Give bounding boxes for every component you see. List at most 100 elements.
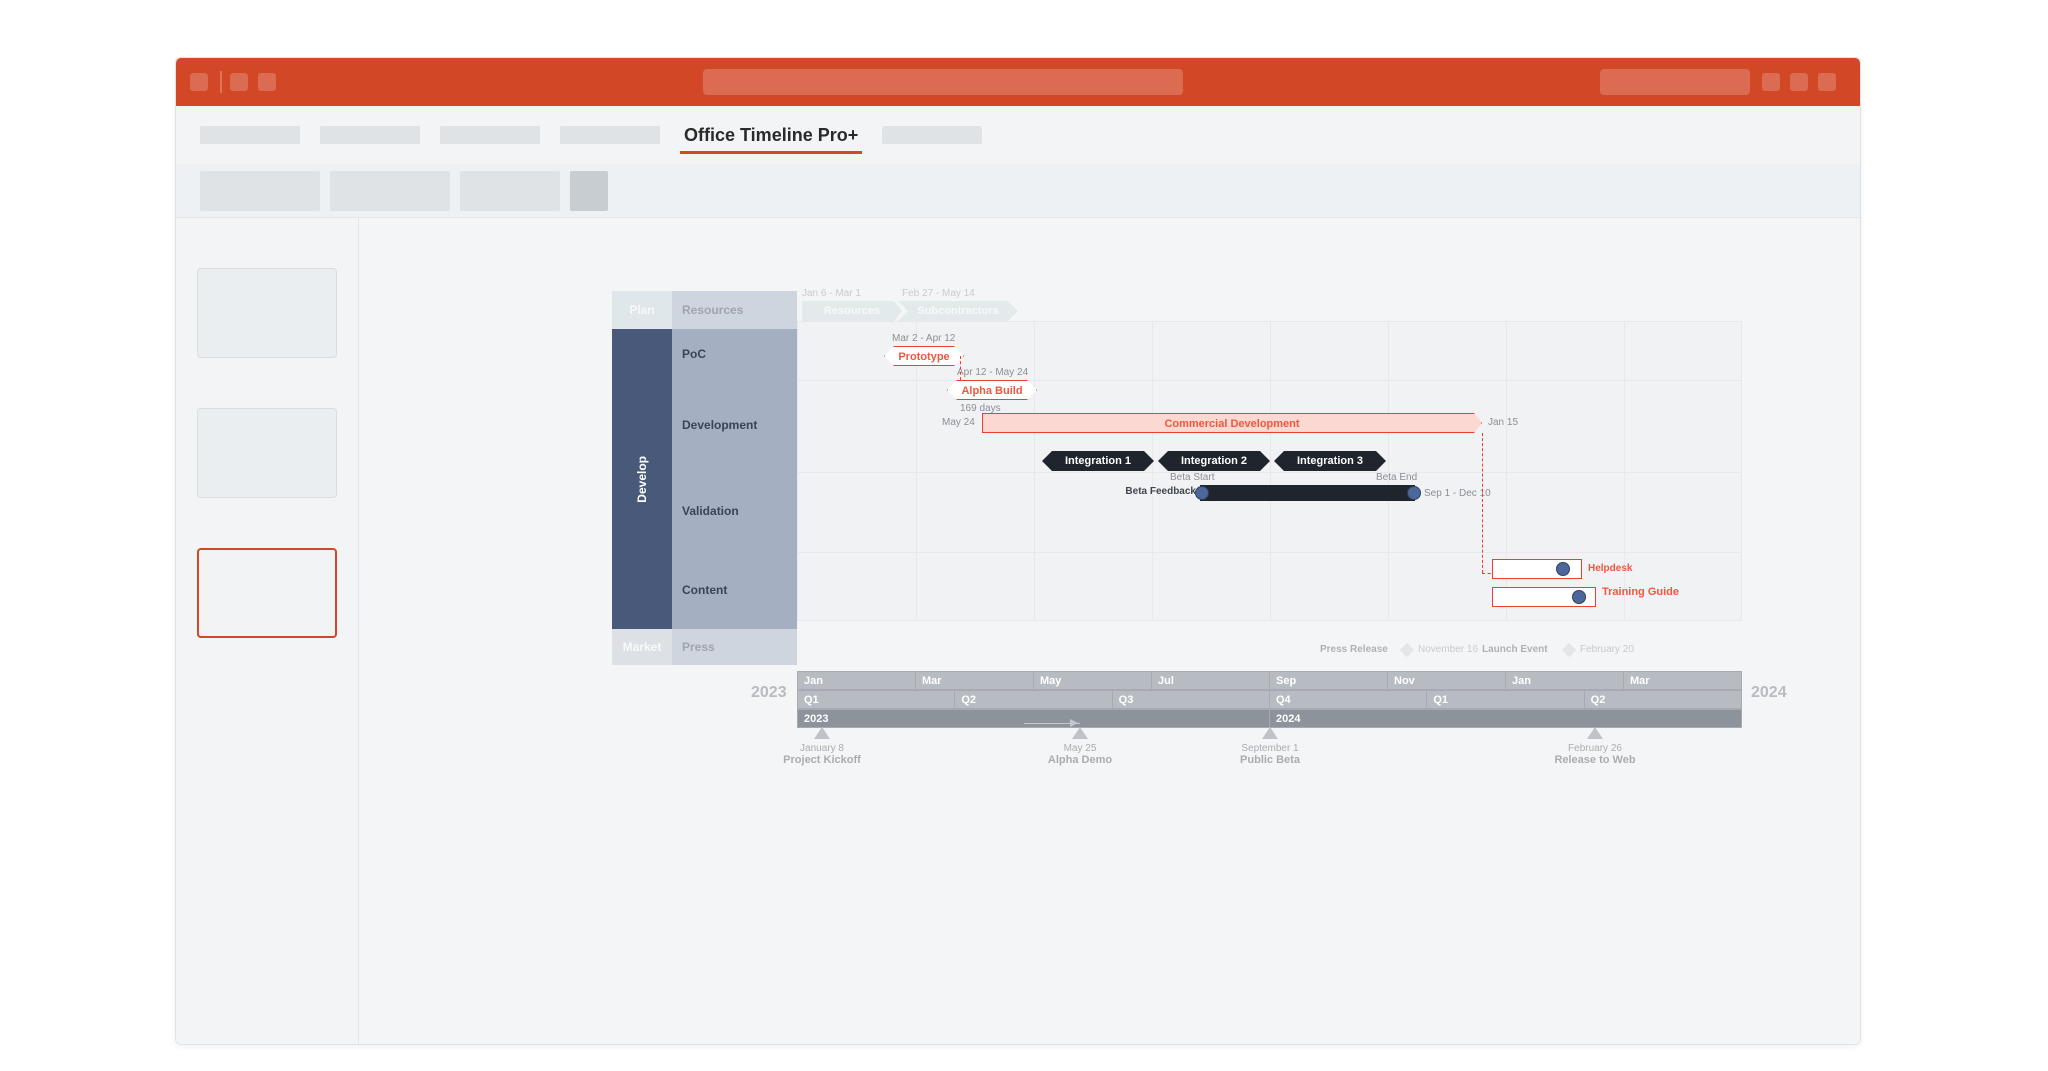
task-commercial-development[interactable]: Commercial Development — [982, 413, 1482, 433]
axis-months: Jan Mar May Jul Sep Nov Jan Mar — [797, 671, 1742, 690]
ribbon-tab[interactable] — [320, 126, 420, 144]
window-control[interactable] — [190, 73, 208, 91]
axis-strip: Jan Mar May Jul Sep Nov Jan Mar Q1 Q2 Q3… — [797, 671, 1742, 729]
swimlane-label: Market — [623, 640, 662, 654]
swimlane-label: Plan — [629, 303, 654, 317]
milestone-dot — [1556, 562, 1570, 576]
beta-feedback-label: Beta Feedback — [1082, 486, 1196, 497]
milestone-dot — [1572, 590, 1586, 604]
diamond-icon — [1562, 643, 1576, 657]
slide-thumbnail[interactable] — [197, 408, 337, 498]
milestone-date: January 8 — [800, 743, 844, 754]
date-label: May 24 — [942, 417, 975, 428]
toolbar-group[interactable] — [330, 171, 450, 211]
axis-month: Mar — [916, 671, 1034, 690]
milestone-title: Release to Web — [1554, 754, 1635, 766]
axis-month: Nov — [1388, 671, 1506, 690]
task-range: Apr 12 - May 24 — [957, 367, 1028, 378]
ribbon-tab-active[interactable]: Office Timeline Pro+ — [680, 113, 862, 158]
task-range: Sep 1 - Dec 10 — [1424, 488, 1491, 499]
task-beta-feedback[interactable] — [1200, 485, 1415, 501]
row-poc[interactable]: PoC — [672, 329, 797, 379]
quick-access-button[interactable] — [258, 73, 276, 91]
ribbon-tab[interactable] — [200, 126, 300, 144]
swimlane-develop[interactable]: Develop — [612, 329, 672, 629]
axis-quarter: Q4 — [1270, 690, 1427, 709]
axis-quarter: Q3 — [1113, 690, 1270, 709]
task-alpha-build[interactable]: Alpha Build — [947, 380, 1037, 400]
slide-thumbnail[interactable] — [197, 268, 337, 358]
milestone[interactable]: January 8 Project Kickoff — [772, 727, 872, 766]
titlebar-user[interactable] — [1600, 69, 1750, 95]
row-validation[interactable]: Validation — [672, 471, 797, 551]
task-range: Jan 6 - Mar 1 — [802, 288, 861, 299]
milestone-title: Public Beta — [1240, 754, 1300, 766]
slide-thumbnail-active[interactable] — [197, 548, 337, 638]
milestone-date: May 25 — [1064, 743, 1097, 754]
chart-grid — [797, 321, 1742, 621]
ribbon-tabs: Office Timeline Pro+ — [176, 106, 1860, 164]
press-release-label: Press Release — [1320, 644, 1388, 655]
slide-panel — [176, 218, 359, 1045]
window-control-close[interactable] — [1818, 73, 1836, 91]
axis-quarters: Q1 Q2 Q3 Q4 Q1 Q2 — [797, 690, 1742, 709]
milestone-beta-start[interactable] — [1195, 486, 1209, 500]
triangle-icon — [814, 727, 830, 739]
row-content[interactable]: Content — [672, 551, 797, 629]
ribbon-tab[interactable] — [440, 126, 540, 144]
row-resources[interactable]: Resources — [672, 291, 797, 329]
milestone-title: Project Kickoff — [783, 754, 861, 766]
ribbon-tab[interactable] — [882, 126, 982, 144]
milestone[interactable]: May 25 Alpha Demo — [1030, 727, 1130, 766]
milestone-date: February 26 — [1568, 743, 1622, 754]
launch-event-date: February 20 — [1580, 644, 1634, 655]
axis-month: Jul — [1152, 671, 1270, 690]
diamond-icon — [1400, 643, 1414, 657]
task-integration-1[interactable]: Integration 1 — [1042, 451, 1154, 471]
duration-label: 169 days — [960, 403, 1001, 414]
app-body: Plan Develop Market Resources PoC Develo… — [176, 218, 1860, 1045]
task-prototype[interactable]: Prototype — [884, 346, 964, 366]
connector-line — [1482, 433, 1483, 573]
task-range: Feb 27 - May 14 — [902, 288, 975, 299]
milestone[interactable]: February 26 Release to Web — [1535, 727, 1655, 766]
axis-month: Mar — [1624, 671, 1742, 690]
axis-month: May — [1034, 671, 1152, 690]
axis-year-right: 2024 — [1751, 684, 1787, 702]
app-window: Office Timeline Pro+ Plan Develop — [175, 57, 1861, 1045]
axis-year: 2023 — [797, 709, 1270, 728]
beta-start-label: Beta Start — [1170, 472, 1214, 483]
milestone[interactable]: September 1 Public Beta — [1220, 727, 1320, 766]
window-control-min[interactable] — [1762, 73, 1780, 91]
axis-quarter: Q1 — [1427, 690, 1584, 709]
axis-quarter: Q2 — [955, 690, 1112, 709]
milestone-title: Alpha Demo — [1048, 754, 1112, 766]
ribbon-tab[interactable] — [560, 126, 660, 144]
task-integration-3[interactable]: Integration 3 — [1274, 451, 1386, 471]
task-integration-2[interactable]: Integration 2 — [1158, 451, 1270, 471]
task-resources[interactable]: Resources — [802, 301, 902, 321]
press-release-date: November 16 — [1418, 644, 1478, 655]
swimlane-plan[interactable]: Plan — [612, 291, 672, 329]
quick-access-button[interactable] — [230, 73, 248, 91]
connector-line — [960, 356, 961, 380]
beta-end-label: Beta End — [1376, 472, 1417, 483]
slide-canvas[interactable]: Plan Develop Market Resources PoC Develo… — [359, 218, 1860, 1045]
row-development[interactable]: Development — [672, 379, 797, 471]
row-press[interactable]: Press — [672, 629, 797, 665]
milestone-beta-end[interactable] — [1407, 486, 1421, 500]
timeline-chart[interactable]: Plan Develop Market Resources PoC Develo… — [612, 291, 1742, 901]
window-control-max[interactable] — [1790, 73, 1808, 91]
triangle-icon — [1587, 727, 1603, 739]
titlebar-search[interactable] — [703, 69, 1183, 95]
task-subcontractors[interactable]: Subcontractors — [898, 301, 1018, 321]
task-label: Training Guide — [1602, 587, 1662, 598]
axis-year-left: 2023 — [751, 684, 787, 702]
toolbar-button-active[interactable] — [570, 171, 608, 211]
axis-years: 2023 2024 — [797, 709, 1742, 728]
toolbar-group[interactable] — [460, 171, 560, 211]
swimlane-label: Develop — [635, 456, 649, 503]
titlebar — [176, 58, 1860, 106]
toolbar-group[interactable] — [200, 171, 320, 211]
swimlane-market[interactable]: Market — [612, 629, 672, 665]
